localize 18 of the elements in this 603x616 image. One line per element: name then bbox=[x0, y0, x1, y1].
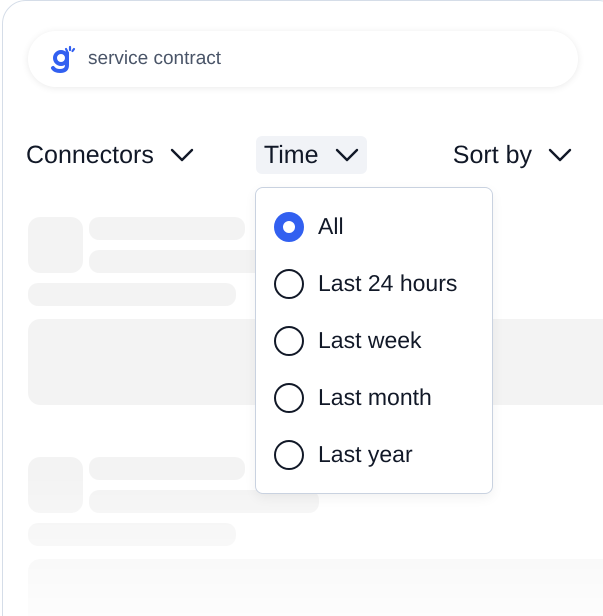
chevron-down-icon bbox=[548, 148, 572, 162]
option-label[interactable]: All bbox=[318, 213, 344, 240]
option-label[interactable]: Last 24 hours bbox=[318, 270, 458, 297]
chevron-down-icon bbox=[334, 148, 358, 162]
chevron-down-icon bbox=[170, 148, 194, 162]
filter-dropdown[interactable]: Time bbox=[256, 136, 366, 174]
radio-button[interactable] bbox=[274, 268, 304, 298]
radio-button[interactable] bbox=[274, 326, 304, 356]
radio-button[interactable] bbox=[274, 440, 304, 470]
option-label[interactable]: Last month bbox=[318, 384, 432, 411]
search-field[interactable]: service contract bbox=[88, 48, 508, 70]
option-label[interactable]: Last year bbox=[318, 441, 413, 468]
option-label[interactable]: Last week bbox=[318, 327, 422, 354]
radio-button[interactable] bbox=[274, 382, 304, 412]
logo-icon bbox=[50, 45, 78, 73]
radio-button[interactable] bbox=[274, 212, 304, 242]
filter-dropdown[interactable]: Connectors bbox=[18, 136, 202, 174]
filter-dropdown[interactable]: Sort by bbox=[444, 136, 580, 174]
